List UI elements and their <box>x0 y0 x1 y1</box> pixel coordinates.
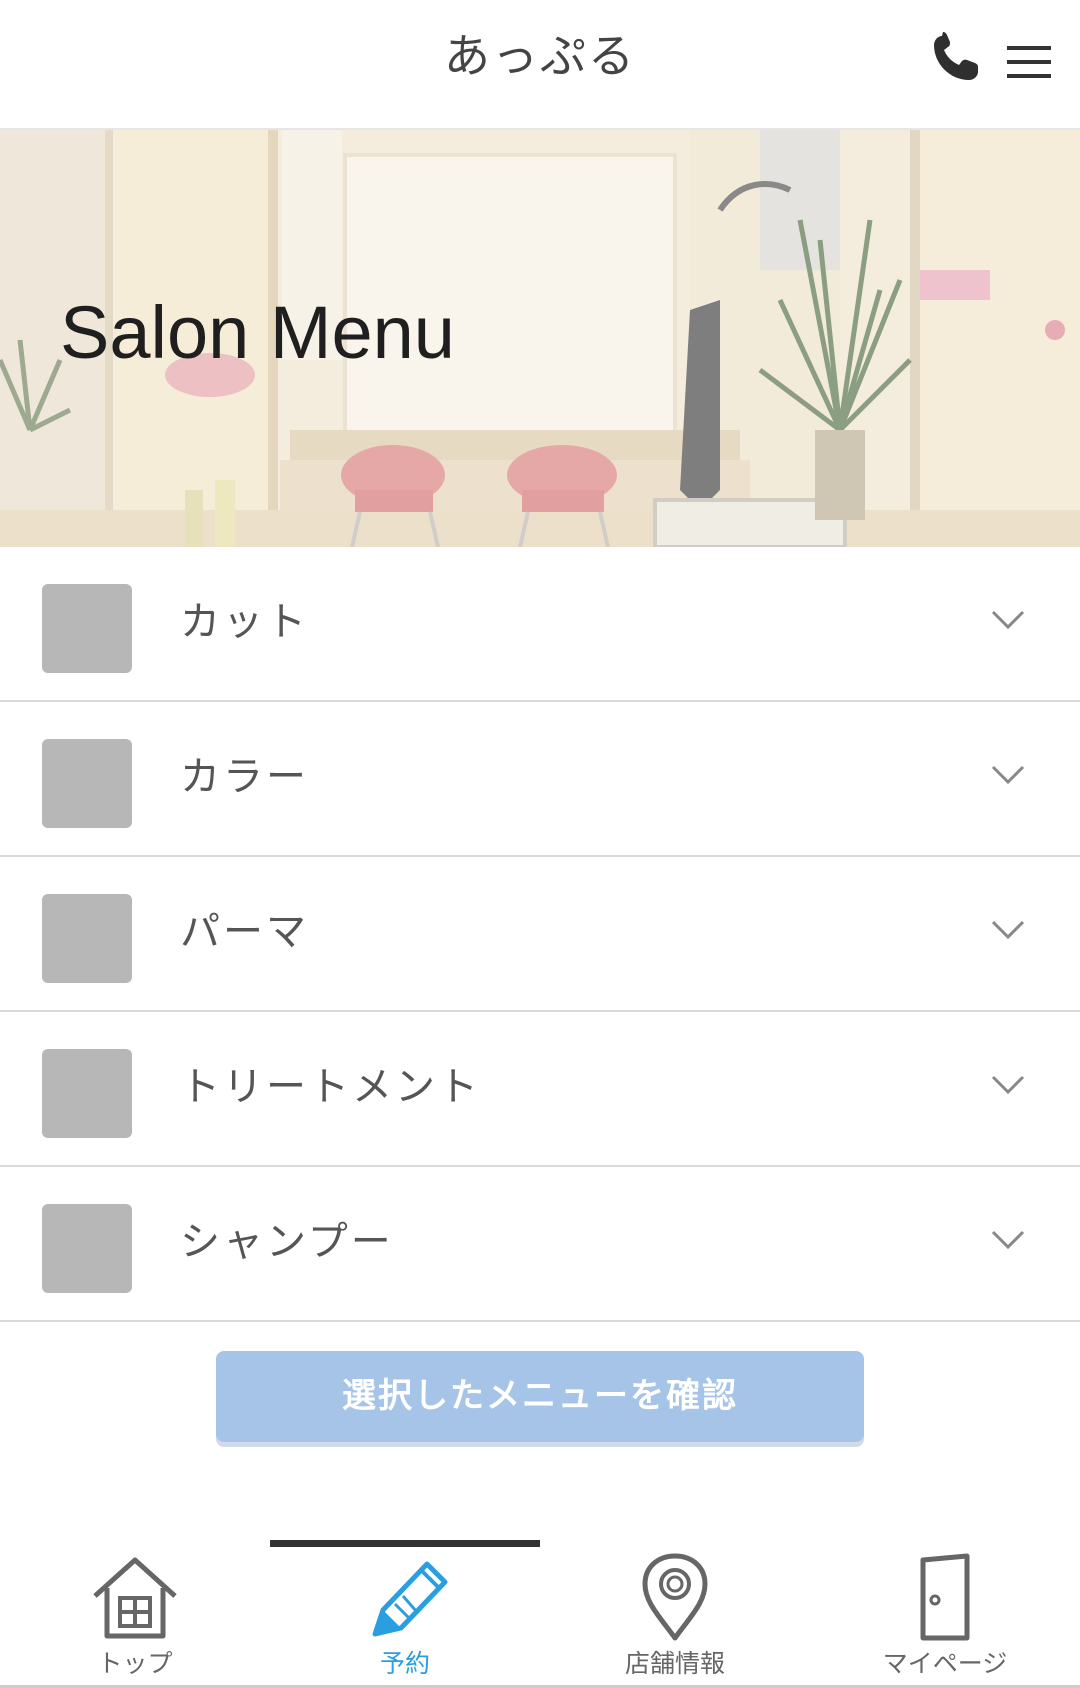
menu-item-label: カット <box>180 599 309 645</box>
tab-label: トップ <box>97 1649 173 1678</box>
bottom-tab-bar: トップ 予約 店舗情報 マイページ <box>0 1540 1080 1688</box>
menu-item-treatment[interactable]: トリートメント <box>0 1012 1080 1167</box>
chevron-down-icon[interactable] <box>990 917 1026 943</box>
menu-item-label: シャンプー <box>180 1219 394 1265</box>
menu-item-thumbnail <box>42 1204 132 1293</box>
chevron-down-icon[interactable] <box>990 762 1026 788</box>
tab-top[interactable]: トップ <box>0 1552 270 1678</box>
hamburger-menu-button[interactable] <box>1005 42 1053 82</box>
chevron-down-icon[interactable] <box>990 607 1026 633</box>
app-title: あっぷる <box>444 29 636 83</box>
confirm-selected-menu-button[interactable]: 選択したメニューを確認 <box>216 1351 864 1442</box>
hero-banner: Salon Menu <box>0 130 1080 547</box>
menu-item-color[interactable]: カラー <box>0 702 1080 857</box>
menu-item-cut[interactable]: カット <box>0 547 1080 702</box>
chevron-down-icon[interactable] <box>990 1072 1026 1098</box>
phone-icon <box>934 32 978 80</box>
menu-item-shampoo[interactable]: シャンプー <box>0 1167 1080 1322</box>
tab-reservation[interactable]: 予約 <box>270 1552 540 1678</box>
hero-title: Salon Menu <box>60 291 455 374</box>
tab-my-page[interactable]: マイページ <box>810 1552 1080 1678</box>
door-icon <box>920 1553 970 1641</box>
active-tab-indicator <box>270 1540 540 1547</box>
tab-label: 予約 <box>379 1649 430 1678</box>
menu-item-thumbnail <box>42 1049 132 1138</box>
tab-store-info[interactable]: 店舗情報 <box>540 1552 810 1678</box>
tab-label: マイページ <box>882 1649 1008 1678</box>
menu-item-label: パーマ <box>180 909 309 955</box>
phone-button[interactable] <box>928 30 984 86</box>
salon-menu-list: カット カラー パーマ トリートメント シャンプー <box>0 547 1080 1322</box>
map-pin-icon <box>642 1553 708 1641</box>
pencil-icon <box>372 1561 448 1637</box>
menu-item-thumbnail <box>42 739 132 828</box>
menu-item-thumbnail <box>42 894 132 983</box>
home-icon <box>93 1557 177 1639</box>
menu-item-label: トリートメント <box>180 1064 481 1110</box>
menu-item-perm[interactable]: パーマ <box>0 857 1080 1012</box>
chevron-down-icon[interactable] <box>990 1227 1026 1253</box>
tab-label: 店舗情報 <box>624 1649 725 1678</box>
menu-item-label: カラー <box>180 754 309 800</box>
app-header: あっぷる <box>0 0 1080 130</box>
hamburger-menu-icon <box>1007 46 1051 78</box>
menu-item-thumbnail <box>42 584 132 673</box>
